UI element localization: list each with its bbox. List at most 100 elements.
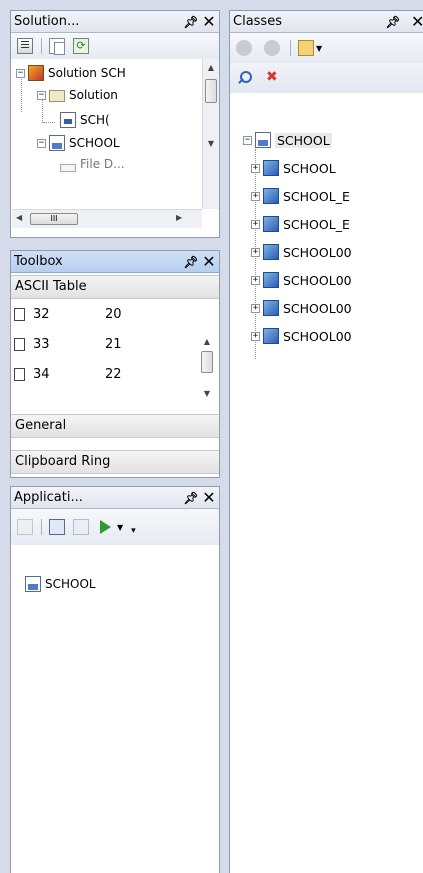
close-icon[interactable]: ✕ <box>411 12 423 31</box>
solution-tree: − Solution SCH − Solution SCH( − SCHOOL … <box>12 59 202 209</box>
application-title: Applicati... <box>14 490 83 505</box>
overflow-icon[interactable]: ▾ <box>131 526 136 536</box>
tree-node-label: SCH( <box>80 113 110 127</box>
class-item[interactable]: + SCHOOL_E <box>251 187 350 205</box>
clear-search-icon[interactable]: ✖ <box>266 70 282 86</box>
horizontal-scroll-thumb[interactable]: III <box>30 213 78 225</box>
class-icon <box>263 272 279 288</box>
list-item[interactable]: 32 20 <box>11 303 122 325</box>
scroll-left-icon[interactable]: ◀ <box>16 213 22 222</box>
pin-icon[interactable]: 📌︎ <box>183 491 199 505</box>
class-item[interactable]: + SCHOOL00 <box>251 327 352 345</box>
search-icon[interactable] <box>236 70 252 86</box>
expand-icon[interactable]: + <box>251 247 260 257</box>
file-icon <box>60 164 76 172</box>
dropdown-arrow-icon[interactable]: ▼ <box>117 523 123 532</box>
close-icon[interactable]: ✕ <box>199 488 219 507</box>
ascii-dec: 32 <box>33 306 50 322</box>
solution-explorer-toolbar: ⟳ <box>11 33 219 59</box>
solution-vertical-scrollbar[interactable]: ▲ ▼ <box>202 59 219 209</box>
toolbox-category-ascii[interactable]: ASCII Table <box>11 275 219 299</box>
toolbox-vertical-scrollbar[interactable]: ▲ ▼ <box>199 299 216 405</box>
toolbar-separator <box>290 40 291 56</box>
class-label: SCHOOL_E <box>283 216 350 232</box>
toolbox-titlebar[interactable]: Toolbox 📌︎ ✕ <box>11 251 219 273</box>
class-item[interactable]: + SCHOOL00 <box>251 271 352 289</box>
properties-icon[interactable] <box>17 38 33 54</box>
scroll-up-icon[interactable]: ▲ <box>199 337 215 346</box>
open-folder-icon[interactable] <box>298 40 314 56</box>
grid-icon[interactable] <box>73 519 89 535</box>
refresh-icon[interactable]: ⟳ <box>73 38 89 54</box>
toolbox-title: Toolbox <box>14 254 63 269</box>
show-all-files-icon[interactable] <box>49 38 65 55</box>
expand-icon[interactable]: + <box>251 219 260 229</box>
scroll-thumb[interactable] <box>201 351 213 373</box>
document-icon <box>14 307 25 321</box>
solution-explorer-title: Solution... <box>14 14 80 29</box>
new-item-icon[interactable] <box>49 519 65 535</box>
ascii-dec: 33 <box>33 336 50 352</box>
list-item[interactable]: 33 21 <box>11 333 122 355</box>
tree-node-root[interactable]: − SCHOOL <box>243 131 332 149</box>
back-icon[interactable] <box>236 40 252 56</box>
forward-icon[interactable] <box>264 40 280 56</box>
classes-title: Classes <box>233 14 282 29</box>
classes-panel: Classes 📌︎ ✕ ▼ ✖ − SCHOOL + SCHOOL + SCH… <box>229 10 423 873</box>
dropdown-arrow-icon[interactable]: ▼ <box>316 44 322 53</box>
expand-icon[interactable]: + <box>251 163 260 173</box>
classes-toolbar-search: ✖ <box>230 63 423 93</box>
tree-node-project[interactable]: SCHOOL <box>25 575 96 593</box>
ascii-hex: 22 <box>105 366 122 382</box>
scroll-down-icon[interactable]: ▼ <box>203 139 219 148</box>
scroll-up-icon[interactable]: ▲ <box>203 63 219 72</box>
expand-icon[interactable]: + <box>251 331 260 341</box>
collapse-icon[interactable]: − <box>243 135 252 145</box>
class-icon <box>263 244 279 260</box>
class-icon <box>263 216 279 232</box>
tree-node-solution-folder[interactable]: − Solution <box>37 86 118 104</box>
collapse-icon[interactable]: − <box>37 90 46 100</box>
expand-icon[interactable]: + <box>251 303 260 313</box>
project-icon <box>25 576 41 592</box>
list-item[interactable]: 34 22 <box>11 363 122 385</box>
toolbox-category-general[interactable]: General <box>11 414 219 438</box>
solution-horizontal-scrollbar[interactable]: ◀ III ▶ <box>12 209 202 228</box>
solution-explorer-titlebar[interactable]: Solution... 📌︎ ✕ <box>11 11 219 33</box>
collapse-icon[interactable]: − <box>37 138 46 148</box>
project-icon <box>49 135 65 151</box>
close-icon[interactable]: ✕ <box>199 252 219 271</box>
pin-icon[interactable]: 📌︎ <box>183 15 199 29</box>
class-icon <box>263 300 279 316</box>
expand-icon[interactable]: + <box>251 191 260 201</box>
folder-icon <box>49 90 65 102</box>
close-icon[interactable]: ✕ <box>199 12 219 31</box>
pin-icon[interactable]: 📌︎ <box>385 15 401 29</box>
scroll-thumb[interactable] <box>205 79 217 103</box>
class-icon <box>263 188 279 204</box>
run-icon[interactable] <box>97 519 113 535</box>
class-label: SCHOOL00 <box>283 300 352 316</box>
tree-node-file-d[interactable]: File D... <box>60 155 125 173</box>
class-item[interactable]: + SCHOOL00 <box>251 299 352 317</box>
scroll-down-icon[interactable]: ▼ <box>199 389 215 398</box>
classes-tree: − SCHOOL + SCHOOL + SCHOOL_E + SCHOOL_E … <box>230 129 423 389</box>
application-titlebar[interactable]: Applicati... 📌︎ ✕ <box>11 487 219 509</box>
ascii-hex: 20 <box>105 306 122 322</box>
class-item[interactable]: + SCHOOL <box>251 159 336 177</box>
toolbox-category-clipboard[interactable]: Clipboard Ring <box>11 450 219 474</box>
tree-node-solution[interactable]: − Solution SCH <box>16 64 126 82</box>
toolbar-separator <box>41 38 42 54</box>
tree-node-project[interactable]: − SCHOOL <box>37 134 120 152</box>
tree-node-file[interactable]: SCH( <box>60 111 110 129</box>
properties-icon[interactable] <box>17 519 33 535</box>
expand-icon[interactable]: + <box>251 275 260 285</box>
pin-icon[interactable]: 📌︎ <box>183 255 199 269</box>
class-item[interactable]: + SCHOOL_E <box>251 215 350 233</box>
classes-titlebar[interactable]: Classes 📌︎ ✕ <box>230 11 423 33</box>
ascii-dec: 34 <box>33 366 50 382</box>
solution-icon <box>28 65 44 81</box>
class-item[interactable]: + SCHOOL00 <box>251 243 352 261</box>
collapse-icon[interactable]: − <box>16 68 25 78</box>
scroll-right-icon[interactable]: ▶ <box>176 213 182 222</box>
